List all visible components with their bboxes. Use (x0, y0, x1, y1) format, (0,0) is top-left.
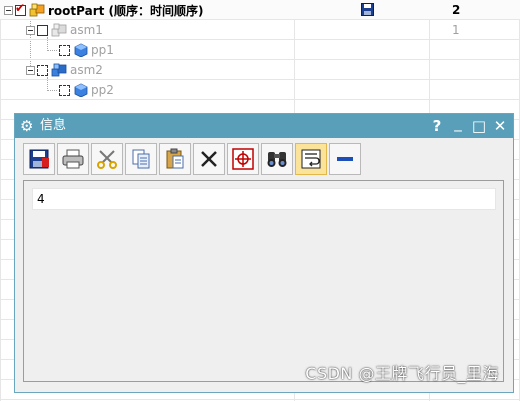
tree-node-label: pp1 (91, 43, 114, 57)
delete-button[interactable] (193, 143, 225, 175)
assembly-icon (51, 23, 67, 37)
tree-node[interactable]: pp1 (59, 40, 114, 60)
info-dialog: ⚙ 信息 ? _ □ ✕ 4 CSDN @王牌飞行员_里海 (14, 113, 514, 393)
table-row[interactable]: rootPart (顺序：时间顺序) 2 (0, 0, 520, 20)
tree-node[interactable]: asm1 (26, 20, 103, 40)
tree-node[interactable]: asm2 (26, 60, 103, 80)
dialog-titlebar[interactable]: ⚙ 信息 ? _ □ ✕ (15, 114, 513, 138)
save-status-icon (361, 3, 374, 16)
tree-node[interactable]: rootPart (顺序：时间顺序) (4, 0, 204, 20)
maximize-button[interactable]: □ (471, 116, 487, 136)
printer-icon (62, 149, 84, 169)
visibility-checkbox[interactable] (37, 64, 48, 76)
visibility-checkbox[interactable] (59, 44, 70, 56)
collapse-icon[interactable] (4, 5, 13, 15)
watermark: CSDN @王牌飞行员_里海 (305, 364, 499, 383)
table-row[interactable]: asm2 (0, 60, 520, 80)
paste-button[interactable] (159, 143, 191, 175)
tree-node-label: asm1 (70, 23, 103, 37)
tree-node-label: pp2 (91, 83, 114, 97)
minus-icon (337, 157, 353, 161)
tree-node-label: rootPart (顺序：时间顺序) (48, 3, 204, 18)
copy-icon (132, 149, 150, 169)
table-row[interactable]: pp1 (0, 40, 520, 60)
collapse-button[interactable] (329, 143, 361, 175)
paste-icon (166, 148, 184, 169)
close-button[interactable]: ✕ (492, 116, 508, 136)
wrap-button[interactable] (295, 143, 327, 175)
find-button[interactable] (261, 143, 293, 175)
table-row[interactable]: pp2 (0, 80, 520, 100)
locate-button[interactable] (227, 143, 259, 175)
copy-button[interactable] (125, 143, 157, 175)
scissors-icon (97, 150, 117, 169)
visibility-checkbox[interactable] (59, 84, 70, 96)
x-icon (201, 151, 217, 167)
help-button[interactable]: ? (429, 116, 445, 136)
quantity-cell: 2 (452, 3, 461, 17)
table-row[interactable]: asm1 1 (0, 20, 520, 40)
collapse-icon[interactable] (26, 25, 35, 35)
minimize-button[interactable]: _ (450, 113, 466, 133)
save-icon (29, 149, 49, 169)
quantity-cell: 1 (452, 23, 460, 37)
assembly-icon (51, 63, 67, 77)
info-output-panel[interactable]: 4 (23, 180, 504, 382)
tree-node[interactable]: pp2 (59, 80, 114, 100)
output-line: 4 (32, 188, 496, 210)
tree-node-label: asm2 (70, 63, 103, 77)
part-icon (74, 43, 88, 57)
save-button[interactable] (23, 143, 55, 175)
crosshair-icon (232, 148, 254, 170)
collapse-icon[interactable] (26, 65, 35, 75)
visibility-checkbox[interactable] (37, 24, 48, 36)
cut-button[interactable] (91, 143, 123, 175)
assembly-icon (29, 3, 45, 17)
binoculars-icon (267, 152, 287, 167)
gear-icon[interactable]: ⚙ (20, 117, 33, 135)
print-button[interactable] (57, 143, 89, 175)
part-icon (74, 83, 88, 97)
dialog-title: 信息 (40, 118, 67, 133)
wrap-icon (301, 149, 321, 169)
visibility-checkbox[interactable] (15, 1, 26, 16)
